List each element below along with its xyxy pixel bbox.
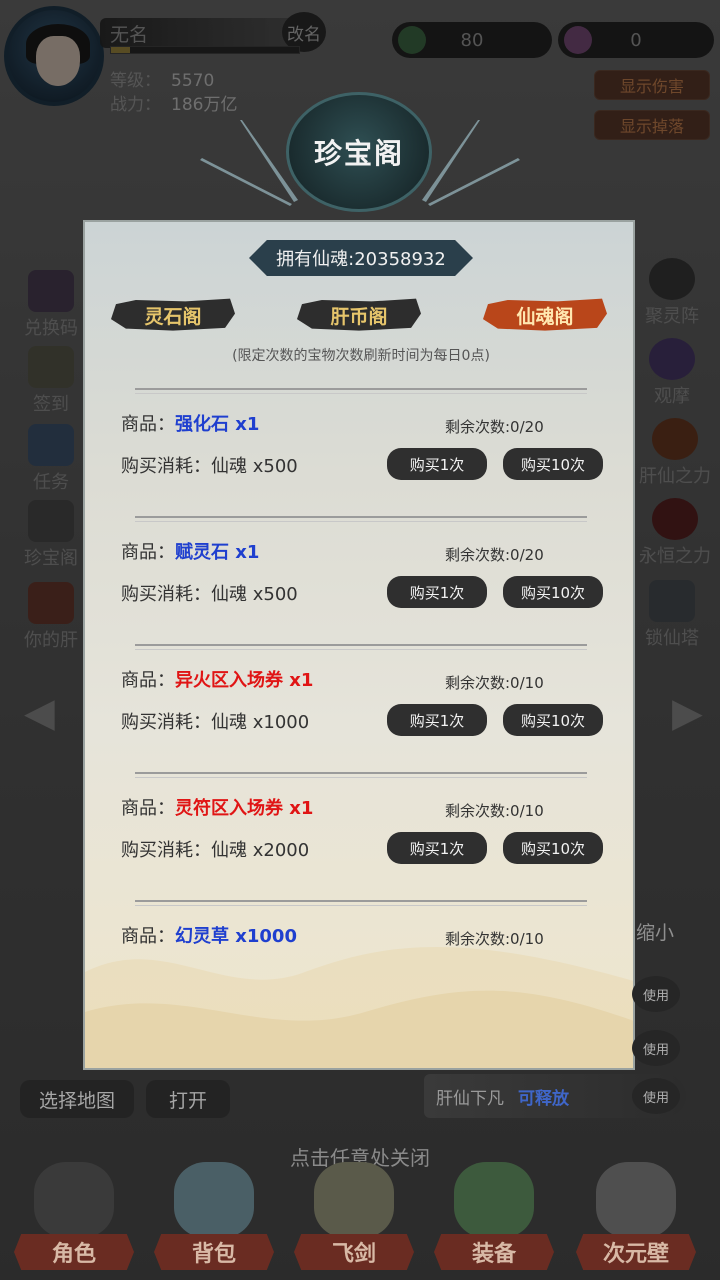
refresh-note: (限定次数的宝物次数刷新时间为每日0点) xyxy=(232,348,490,364)
tab-label: 肝币阁 xyxy=(330,305,388,328)
shop-item-row: 商品：灵符区入场券 x1 剩余次数:0/10 购买消耗：仙魂 x2000 购买1… xyxy=(85,780,633,908)
buy-1-button[interactable]: 购买1次 xyxy=(387,448,487,480)
use-button[interactable]: 使用 xyxy=(632,1078,680,1114)
bottom-nav: 角色 背包 飞剑 装备 次元壁 xyxy=(0,1160,720,1280)
item-label-line: 商品：强化石 x1 xyxy=(121,410,259,436)
use-button[interactable]: 使用 xyxy=(632,1030,680,1066)
cloud-wave-decoration xyxy=(85,947,633,1068)
tab-label: 灵石阁 xyxy=(144,305,202,328)
cost-line: 购买消耗：仙魂 x500 xyxy=(121,452,298,478)
nav-character[interactable]: 角色 xyxy=(4,1160,144,1280)
cost-value: 仙魂 x500 xyxy=(211,456,298,477)
buy-1-button[interactable]: 购买1次 xyxy=(387,832,487,864)
nav-flying-sword[interactable]: 飞剑 xyxy=(284,1160,424,1280)
divider xyxy=(135,900,587,906)
cost-label: 购买消耗： xyxy=(121,456,211,477)
cost-label: 购买消耗： xyxy=(121,712,211,733)
buy-10-button[interactable]: 购买10次 xyxy=(503,576,603,608)
item-name: 强化石 x1 xyxy=(175,414,260,435)
remaining-count: 剩余次数:0/20 xyxy=(445,546,544,564)
divider xyxy=(135,772,587,778)
shop-item-row: 商品：异火区入场券 x1 剩余次数:0/10 购买消耗：仙魂 x1000 购买1… xyxy=(85,652,633,780)
shop-item-row: 商品：强化石 x1 剩余次数:0/20 购买消耗：仙魂 x500 购买1次 购买… xyxy=(85,396,633,524)
cost-value: 仙魂 x2000 xyxy=(211,840,310,861)
tab-label: 仙魂阁 xyxy=(516,305,574,328)
item-name: 异火区入场券 x1 xyxy=(175,670,314,691)
cost-label: 购买消耗： xyxy=(121,840,211,861)
nav-label: 角色 xyxy=(14,1234,134,1270)
nav-dimension-wall[interactable]: 次元壁 xyxy=(566,1160,706,1280)
select-map-button[interactable]: 选择地图 xyxy=(20,1080,134,1118)
buy-10-button[interactable]: 购买10次 xyxy=(503,704,603,736)
character-portrait-icon xyxy=(34,1162,114,1238)
skill-name: 肝仙下凡 xyxy=(436,1088,504,1109)
tab-liver-coin[interactable]: 肝币阁 xyxy=(297,298,421,332)
use-button[interactable]: 使用 xyxy=(632,976,680,1012)
remaining-count: 剩余次数:0/10 xyxy=(445,674,544,692)
mask-icon xyxy=(596,1162,676,1238)
divider xyxy=(135,516,587,522)
item-name: 赋灵石 x1 xyxy=(175,542,260,563)
buy-10-button[interactable]: 购买10次 xyxy=(503,448,603,480)
tab-immortal-soul[interactable]: 仙魂阁 xyxy=(483,298,607,332)
shop-item-row: 商品：赋灵石 x1 剩余次数:0/20 购买消耗：仙魂 x500 购买1次 购买… xyxy=(85,524,633,652)
open-button[interactable]: 打开 xyxy=(146,1080,230,1118)
item-label-line: 商品：赋灵石 x1 xyxy=(121,538,259,564)
bag-icon xyxy=(174,1162,254,1238)
item-label-line: 商品：异火区入场券 x1 xyxy=(121,666,313,692)
cost-line: 购买消耗：仙魂 x2000 xyxy=(121,836,309,862)
shop-list[interactable]: 商品：强化石 x1 剩余次数:0/20 购买消耗：仙魂 x500 购买1次 购买… xyxy=(85,372,633,962)
soul-balance-banner: 拥有仙魂:20358932 xyxy=(249,240,473,276)
remaining-count: 剩余次数:0/10 xyxy=(445,802,544,820)
cost-line: 购买消耗：仙魂 x500 xyxy=(121,580,298,606)
skill-status: 可释放 xyxy=(518,1088,569,1109)
treasure-pavilion-modal: 拥有仙魂:20358932 灵石阁 肝币阁 仙魂阁 (限定次数的宝物次数刷新时间… xyxy=(83,220,635,1070)
nav-label: 飞剑 xyxy=(294,1234,414,1270)
item-name: 灵符区入场券 x1 xyxy=(175,798,314,819)
sword-icon xyxy=(314,1162,394,1238)
item-label: 商品： xyxy=(121,542,175,563)
buy-10-button[interactable]: 购买10次 xyxy=(503,832,603,864)
cost-value: 仙魂 x1000 xyxy=(211,712,310,733)
divider xyxy=(135,388,587,394)
item-label: 商品： xyxy=(121,670,175,691)
nav-label: 次元壁 xyxy=(576,1234,696,1270)
item-label: 商品： xyxy=(121,798,175,819)
remaining-count: 剩余次数:0/20 xyxy=(445,418,544,436)
item-label-line: 商品：灵符区入场券 x1 xyxy=(121,794,313,820)
nav-equipment[interactable]: 装备 xyxy=(424,1160,564,1280)
nav-label: 背包 xyxy=(154,1234,274,1270)
cost-value: 仙魂 x500 xyxy=(211,584,298,605)
nav-bag[interactable]: 背包 xyxy=(144,1160,284,1280)
shrink-label[interactable]: 缩小 xyxy=(636,918,674,945)
cost-line: 购买消耗：仙魂 x1000 xyxy=(121,708,309,734)
tab-spirit-stone[interactable]: 灵石阁 xyxy=(111,298,235,332)
buy-1-button[interactable]: 购买1次 xyxy=(387,704,487,736)
modal-title: 珍宝阁 xyxy=(313,137,404,170)
nav-label: 装备 xyxy=(434,1234,554,1270)
divider xyxy=(135,644,587,650)
buy-1-button[interactable]: 购买1次 xyxy=(387,576,487,608)
cost-label: 购买消耗： xyxy=(121,584,211,605)
item-label: 商品： xyxy=(121,414,175,435)
dragon-icon xyxy=(454,1162,534,1238)
